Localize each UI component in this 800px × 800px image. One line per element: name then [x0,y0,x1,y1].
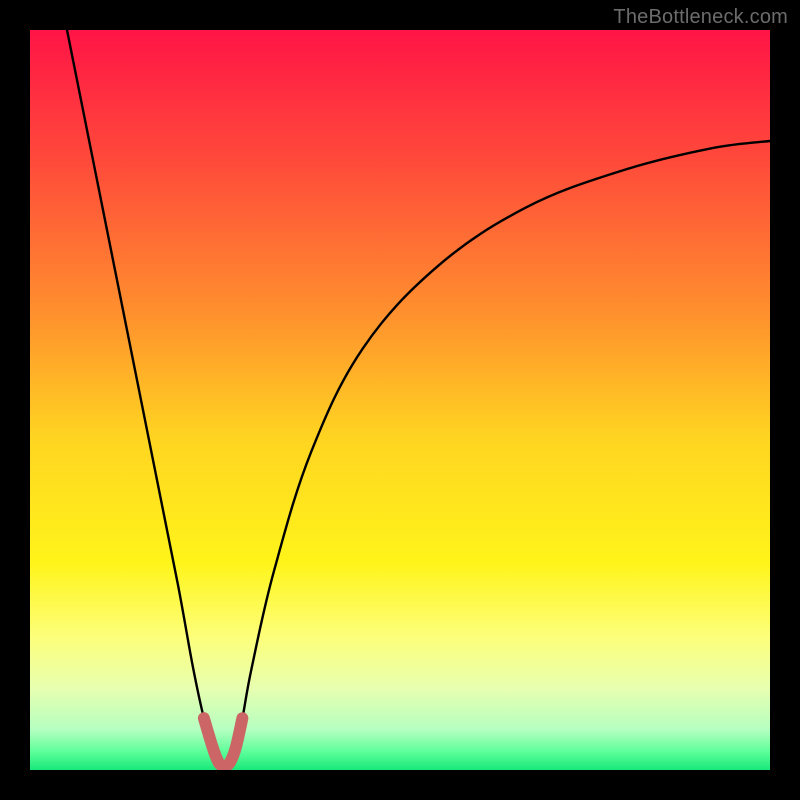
watermark-text: TheBottleneck.com [613,6,788,29]
plot-area [30,30,770,770]
bottleneck-curve [30,30,770,770]
chart-stage: TheBottleneck.com [0,0,800,800]
